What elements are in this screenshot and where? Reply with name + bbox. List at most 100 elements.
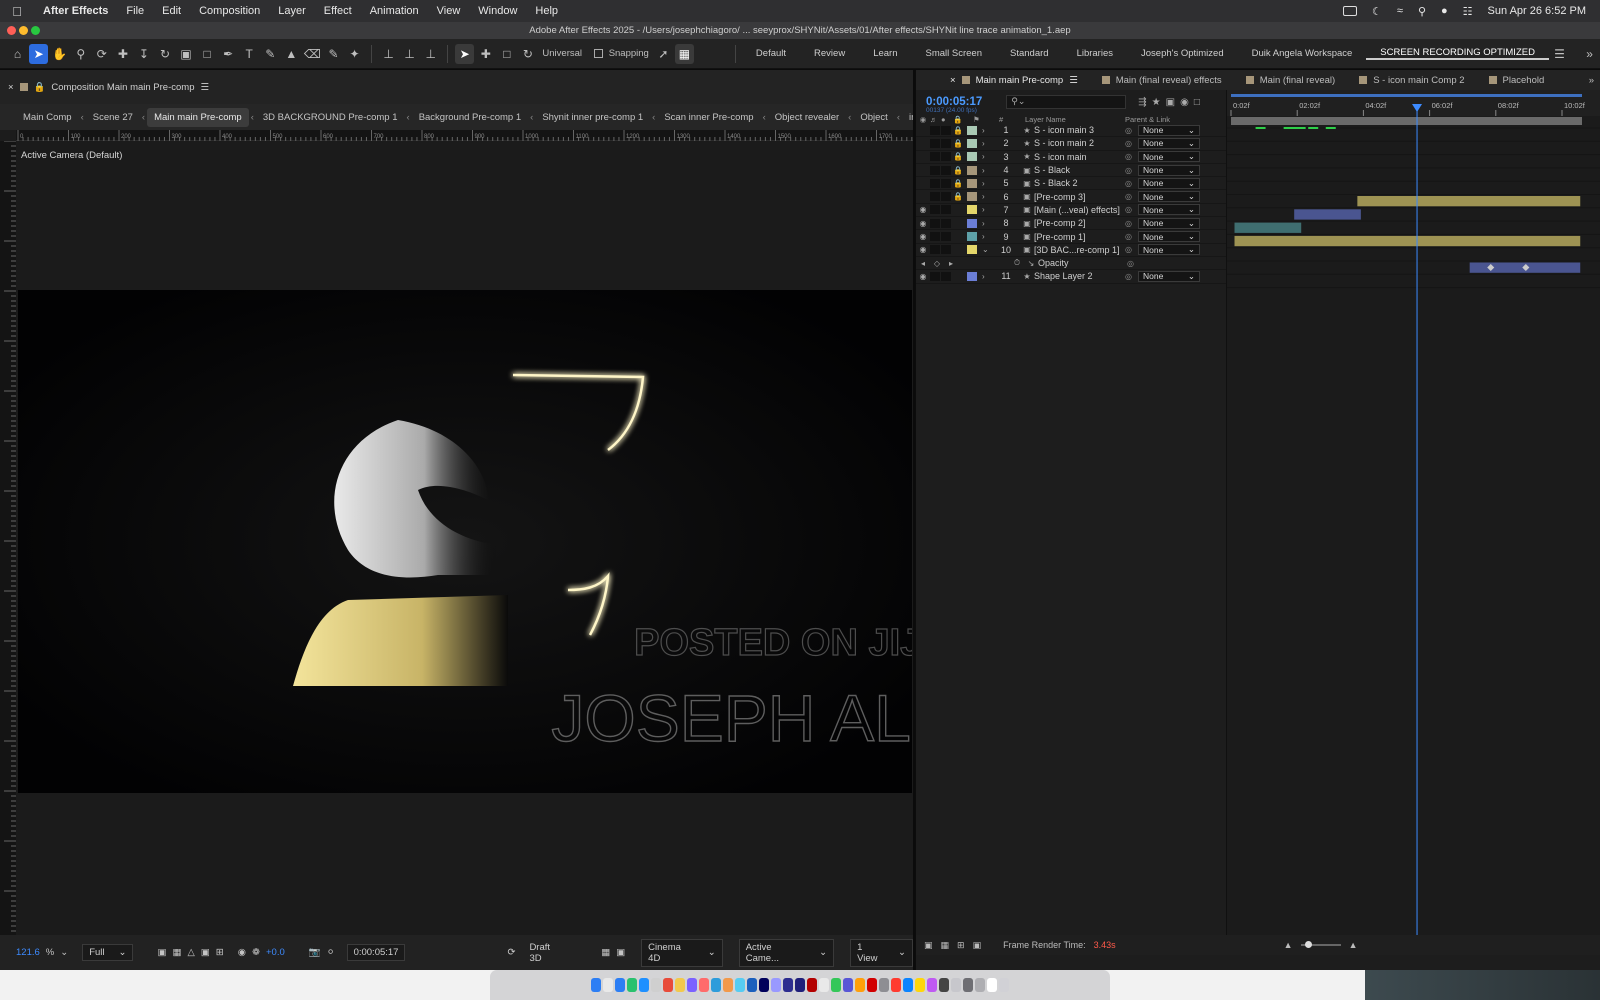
3d-ground-plane-icon[interactable]: ▦ <box>601 947 610 958</box>
solo-slot[interactable] <box>941 178 951 188</box>
dock-app-icon[interactable] <box>951 978 961 992</box>
camera-dropdown[interactable]: Active Came... ⌄ <box>738 938 835 967</box>
dock-app-icon[interactable] <box>795 978 805 992</box>
layer-name[interactable]: S - icon main 3 <box>1034 125 1122 135</box>
hand-tool-icon[interactable]: ✋ <box>50 44 69 64</box>
parent-select[interactable]: None ⌄ <box>1138 124 1200 136</box>
view-layout-dropdown[interactable]: 1 View ⌄ <box>850 938 913 967</box>
visibility-eye-icon[interactable]: ◉ <box>916 245 930 254</box>
shy-layers-icon[interactable]: ▣ <box>1166 97 1175 108</box>
close-window-icon[interactable] <box>7 26 16 35</box>
lock-icon[interactable]: 🔒 <box>952 192 964 201</box>
chevron-right-icon[interactable]: › <box>982 152 992 161</box>
home-icon[interactable]: ⌂ <box>8 44 27 64</box>
rectangle-tool-icon[interactable]: □ <box>198 44 217 64</box>
battery-icon[interactable] <box>1343 6 1358 16</box>
layer-row[interactable]: 🔒 › 2 ★ S - icon main 2 ◎ None ⌄ <box>916 137 1226 151</box>
selection-tool-icon[interactable]: ➤ <box>29 43 49 64</box>
snapping-checkbox[interactable] <box>594 49 603 58</box>
dock-app-icon[interactable] <box>939 978 949 992</box>
workspace-duik-angela[interactable]: Duik Angela Workspace <box>1238 48 1367 59</box>
layer-label-color[interactable] <box>967 232 977 242</box>
keyframe-prev-icon[interactable]: ◂ <box>916 259 930 268</box>
dock-app-icon[interactable] <box>891 978 901 992</box>
mask-path-icon[interactable]: △ <box>187 947 194 958</box>
layer-label-color[interactable] <box>967 165 977 175</box>
dock-app-icon[interactable] <box>855 978 865 992</box>
zoom-out-icon[interactable]: ▲ <box>1284 940 1293 950</box>
dock-app-icon[interactable] <box>591 978 601 992</box>
workspace-overflow-icon[interactable]: » <box>1580 44 1599 64</box>
breadcrumb-main-main-pre-comp[interactable]: Main main Pre-comp <box>147 107 249 127</box>
snapshot-camera-icon[interactable]: 📷 <box>309 947 321 958</box>
chevron-right-icon[interactable]: › <box>982 166 992 175</box>
pickwhip-icon[interactable]: ◎ <box>1125 205 1135 214</box>
solo-slot[interactable] <box>941 152 951 162</box>
dock-app-icon[interactable] <box>615 978 625 992</box>
rotate-tool-icon[interactable]: ↻ <box>155 44 174 64</box>
workspace-review[interactable]: Review <box>800 48 859 59</box>
snapping-label[interactable]: Snapping <box>609 48 649 59</box>
panel-menu-icon[interactable]: ☰ <box>1069 75 1078 86</box>
dock-app-icon[interactable] <box>903 978 913 992</box>
menu-layer[interactable]: Layer <box>269 5 315 17</box>
orbit-camera-icon[interactable]: ⟳ <box>92 44 111 64</box>
menu-composition[interactable]: Composition <box>190 5 269 17</box>
show-snapshot-icon[interactable]: ⚪ <box>327 947 335 958</box>
in-out-icon[interactable]: ▣ <box>973 940 982 951</box>
layer-name[interactable]: [Pre-comp 2] <box>1034 218 1122 228</box>
solo-slot[interactable] <box>941 205 951 215</box>
vertical-ruler[interactable] <box>0 140 16 935</box>
layer-search-input[interactable]: ⚲⌄ <box>1006 95 1127 109</box>
timeline-graph[interactable]: 0:02f 02:02f 04:02f 06:02f 08:02f 10:02f <box>1226 90 1600 935</box>
world-axis-icon[interactable]: ⊥ <box>400 44 419 64</box>
layer-label-color[interactable] <box>967 178 977 188</box>
motion-blur-icon[interactable]: ◉ <box>1180 97 1189 108</box>
dock-app-icon[interactable] <box>963 978 973 992</box>
layer-name[interactable]: S - icon main <box>1034 152 1122 162</box>
control-center-icon[interactable]: ☷ <box>1463 5 1473 18</box>
pan-behind-icon[interactable]: ▣ <box>177 44 196 64</box>
dock-app-icon[interactable] <box>687 978 697 992</box>
pickwhip-icon[interactable]: ◎ <box>1125 139 1135 148</box>
timeline-zoom-slider[interactable] <box>1300 941 1341 948</box>
layer-label-color[interactable] <box>967 245 977 255</box>
breadcrumb-3d-background-pre-comp[interactable]: 3D BACKGROUND Pre-comp 1 <box>256 108 405 127</box>
layer-label-color[interactable] <box>967 125 977 135</box>
tab-s-icon-main-comp-2[interactable]: S - icon main Comp 2 <box>1347 75 1476 86</box>
property-row-opacity[interactable]: ◂ ◇ ▸ ⏱ ↘ Opacity ◎ <box>916 257 1226 271</box>
clone-stamp-icon[interactable]: ▲ <box>282 44 301 64</box>
parent-select[interactable]: None ⌄ <box>1138 137 1200 149</box>
dock-app-icon[interactable] <box>999 978 1009 992</box>
chevron-right-icon[interactable]: › <box>982 272 992 281</box>
parent-select[interactable]: None ⌄ <box>1138 244 1200 256</box>
zoom-slider-handle[interactable] <box>1304 941 1312 948</box>
chevron-right-icon[interactable]: › <box>982 219 992 228</box>
menu-file[interactable]: File <box>117 5 153 17</box>
menu-window[interactable]: Window <box>469 5 526 17</box>
draft-3d-toggle[interactable]: ⟳ Draft 3D <box>501 940 569 966</box>
dock-app-icon[interactable] <box>879 978 889 992</box>
dock-app-icon[interactable] <box>723 978 733 992</box>
region-of-interest-icon[interactable]: ▣ <box>201 947 210 958</box>
view-axis-icon[interactable]: ⊥ <box>421 44 440 64</box>
lock-icon[interactable]: 🔒 <box>952 152 964 161</box>
lock-panel-icon[interactable]: 🔒 <box>34 82 46 93</box>
breadcrumb-inner[interactable]: inn ... <box>902 108 913 127</box>
wifi-icon[interactable]: ≈ <box>1397 5 1403 17</box>
exposure-value[interactable]: +0.0 <box>266 947 285 958</box>
workspace-screen-recording-optimized[interactable]: SCREEN RECORDING OPTIMIZED <box>1366 47 1549 60</box>
visibility-eye-icon[interactable]: ◉ <box>916 205 930 214</box>
keyframe-add-icon[interactable]: ◇ <box>930 259 944 268</box>
layer-row[interactable]: ◉ › 8 ▣ [Pre-comp 2] ◎ None ⌄ <box>916 217 1226 231</box>
siri-icon[interactable]: ● <box>1441 5 1448 17</box>
breadcrumb-main-comp[interactable]: Main Comp <box>16 108 79 127</box>
zoom-tool-icon[interactable]: ⚲ <box>71 44 90 64</box>
audio-slot[interactable] <box>930 218 940 228</box>
layer-row[interactable]: 🔒 › 3 ★ S - icon main ◎ None ⌄ <box>916 151 1226 164</box>
zoom-value[interactable]: 121.6 <box>16 947 40 958</box>
snap-options-icon[interactable]: ➚ <box>654 44 673 64</box>
workspace-josephs-optimized[interactable]: Joseph's Optimized <box>1127 48 1238 59</box>
menu-effect[interactable]: Effect <box>315 5 361 17</box>
dolly-camera-icon[interactable]: ↧ <box>134 44 153 64</box>
